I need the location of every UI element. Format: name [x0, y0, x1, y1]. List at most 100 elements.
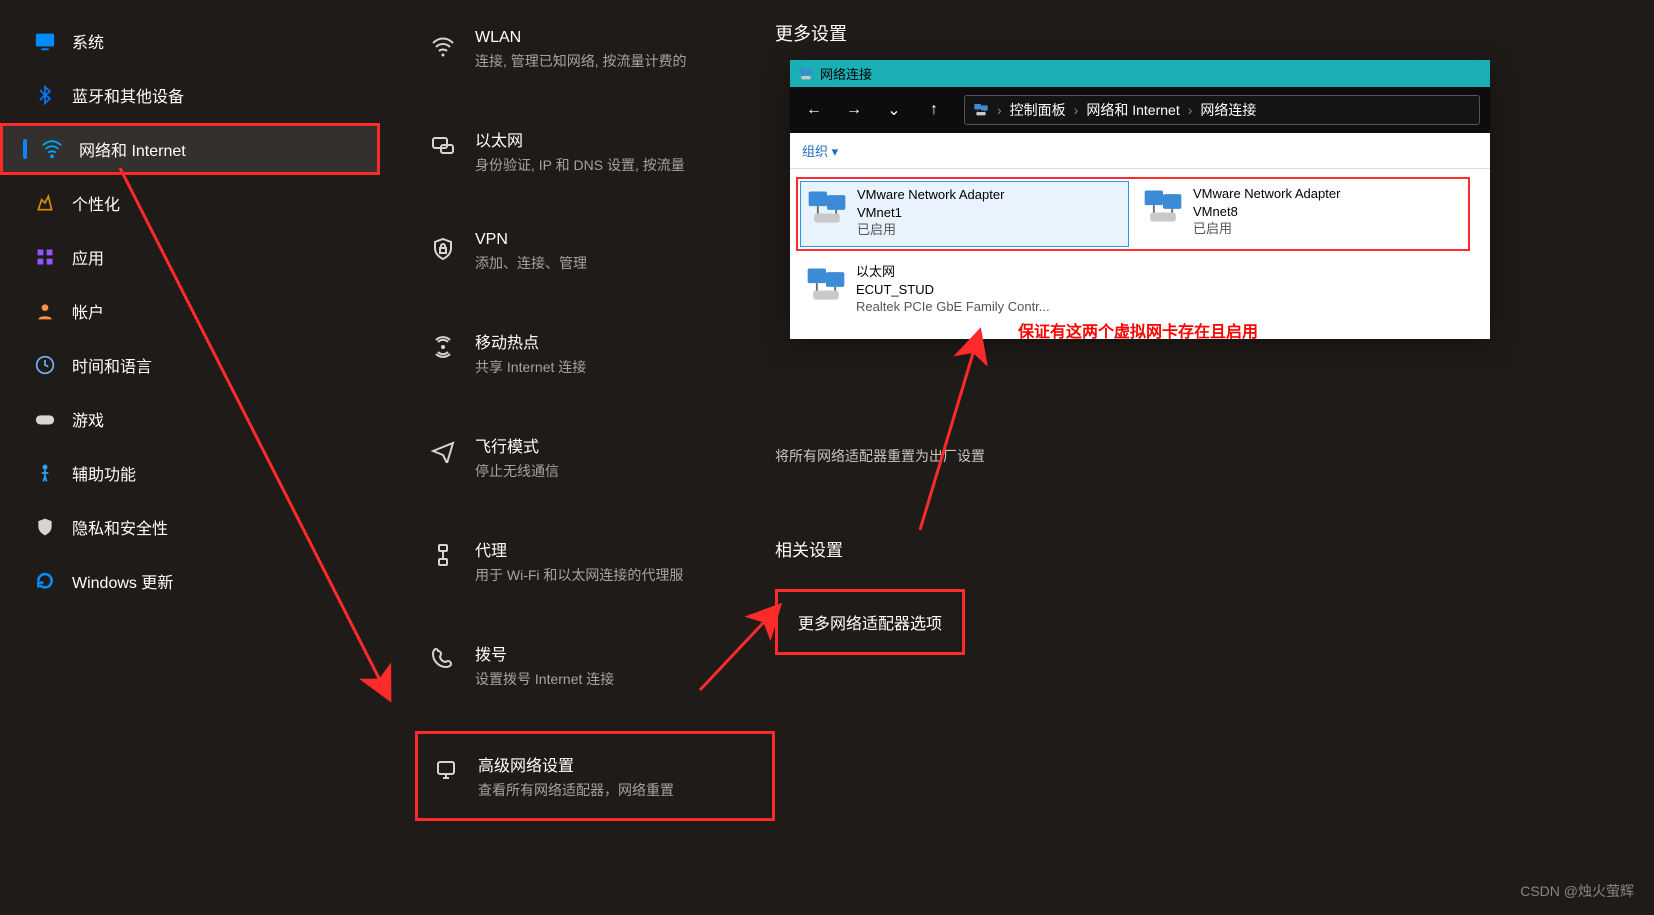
sidebar-item-label: 辅助功能 [72, 461, 136, 485]
person-icon [30, 296, 60, 326]
sidebar-item-apps[interactable]: 应用 [10, 231, 380, 283]
sidebar-item-personalize[interactable]: 个性化 [10, 177, 380, 229]
sidebar-item-label: 时间和语言 [72, 353, 152, 377]
sidebar-item-label: 网络和 Internet [79, 137, 186, 161]
setting-title: WLAN [475, 29, 687, 47]
nic-icon [1141, 185, 1185, 229]
window-title: 网络连接 [820, 64, 872, 83]
setting-sub: 查看所有网络适配器，网络重置 [478, 780, 674, 800]
sidebar-item-label: 隐私和安全性 [72, 515, 168, 539]
adapter-highlight-box: VMware Network Adapter VMnet1 已启用 VMware… [796, 177, 1470, 251]
adapter-id: ECUT_STUD [856, 281, 1050, 299]
setting-title: 代理 [475, 537, 683, 561]
back-button[interactable]: ← [800, 101, 828, 119]
crumb-network-internet[interactable]: 网络和 Internet [1086, 100, 1179, 120]
sidebar-item-privacy[interactable]: 隐私和安全性 [10, 501, 380, 553]
clock-icon [30, 350, 60, 380]
adapter-ethernet[interactable]: 以太网 ECUT_STUD Realtek PCIe GbE Family Co… [800, 259, 1130, 323]
vpn-icon [425, 231, 461, 267]
setting-sub: 添加、连接、管理 [475, 253, 587, 273]
wifi-icon [37, 134, 67, 164]
adapter-vmnet8[interactable]: VMware Network Adapter VMnet8 已启用 [1137, 181, 1466, 247]
related-settings-heading: 相关设置 [775, 536, 1475, 561]
sidebar-item-bluetooth[interactable]: 蓝牙和其他设备 [10, 69, 380, 121]
adapter-vmnet1[interactable]: VMware Network Adapter VMnet1 已启用 [800, 181, 1129, 247]
forward-button[interactable]: → [840, 101, 868, 119]
setting-sub: 共享 Internet 连接 [475, 357, 586, 377]
watermark: CSDN @烛火萤辉 [1520, 881, 1634, 901]
sidebar-item-system[interactable]: 系统 [10, 15, 380, 67]
sidebar-item-label: 应用 [72, 245, 104, 269]
setting-advanced-network[interactable]: 高级网络设置查看所有网络适配器，网络重置 [415, 731, 775, 821]
recent-button[interactable]: ⌄ [880, 100, 908, 120]
explorer-nav: ← → ⌄ ↑ › 控制面板› 网络和 Internet› 网络连接 [790, 87, 1490, 133]
setting-ethernet[interactable]: 以太网身份验证, IP 和 DNS 设置, 按流量 [415, 113, 775, 189]
setting-dialup[interactable]: 拨号设置拨号 Internet 连接 [415, 627, 775, 703]
setting-title: 移动热点 [475, 329, 586, 353]
adapter-id: VMnet1 [857, 204, 1004, 222]
explorer-toolbar: 组织 ▾ [790, 133, 1490, 169]
wifi-icon [425, 29, 461, 65]
sidebar-item-label: Windows 更新 [72, 569, 173, 593]
setting-proxy[interactable]: 代理用于 Wi-Fi 和以太网连接的代理服 [415, 523, 775, 599]
adapter-id: VMnet8 [1193, 203, 1340, 221]
annotation-text: 保证有这两个虚拟网卡存在且启用 [1018, 318, 1258, 342]
gamepad-icon [30, 404, 60, 434]
sidebar-item-update[interactable]: Windows 更新 [10, 555, 380, 607]
explorer-titlebar[interactable]: 网络连接 [790, 60, 1490, 87]
setting-hotspot[interactable]: 移动热点共享 Internet 连接 [415, 315, 775, 391]
sidebar-item-accounts[interactable]: 帐户 [10, 285, 380, 337]
up-button[interactable]: ↑ [920, 101, 948, 119]
crumb-network-connections[interactable]: 网络连接 [1200, 100, 1256, 120]
sidebar-item-label: 游戏 [72, 407, 104, 431]
monitor-icon [428, 752, 464, 788]
organize-menu[interactable]: 组织 ▾ [802, 144, 838, 159]
ethernet-icon [425, 127, 461, 163]
update-icon [30, 566, 60, 596]
adapter-status: Realtek PCIe GbE Family Contr... [856, 298, 1050, 316]
adapter-status: 已启用 [1193, 220, 1340, 238]
explorer-window: 网络连接 ← → ⌄ ↑ › 控制面板› 网络和 Internet› 网络连接 … [790, 60, 1490, 339]
sidebar-item-network[interactable]: 网络和 Internet [0, 123, 380, 175]
adapter-name: VMware Network Adapter [857, 186, 1004, 204]
setting-wlan[interactable]: WLAN连接, 管理已知网络, 按流量计费的 [415, 15, 775, 85]
setting-sub: 用于 Wi-Fi 和以太网连接的代理服 [475, 565, 683, 585]
more-settings-heading: 更多设置 [775, 20, 1475, 46]
setting-sub: 停止无线通信 [475, 461, 559, 481]
phone-icon [425, 641, 461, 677]
sidebar-item-label: 个性化 [72, 191, 120, 215]
selection-indicator [23, 139, 27, 159]
settings-list: WLAN连接, 管理已知网络, 按流量计费的 以太网身份验证, IP 和 DNS… [415, 15, 775, 849]
airplane-icon [425, 433, 461, 469]
factory-reset-text: 将所有网络适配器重置为出厂设置 [775, 446, 1475, 466]
setting-sub: 身份验证, IP 和 DNS 设置, 按流量 [475, 155, 685, 175]
more-adapter-options[interactable]: 更多网络适配器选项 [775, 589, 965, 655]
accessibility-icon [30, 458, 60, 488]
setting-title: VPN [475, 231, 587, 249]
sidebar-item-gaming[interactable]: 游戏 [10, 393, 380, 445]
network-folder-icon [798, 66, 814, 82]
adapter-status: 已启用 [857, 221, 1004, 239]
adapter-name: 以太网 [856, 263, 1050, 281]
setting-title: 高级网络设置 [478, 752, 674, 776]
sidebar-item-label: 帐户 [72, 299, 104, 323]
sidebar-item-time[interactable]: 时间和语言 [10, 339, 380, 391]
sidebar-item-accessibility[interactable]: 辅助功能 [10, 447, 380, 499]
brush-icon [30, 188, 60, 218]
setting-sub: 设置拨号 Internet 连接 [475, 669, 614, 689]
proxy-icon [425, 537, 461, 573]
sidebar: 系统 蓝牙和其他设备 网络和 Internet 个性化 应用 帐户 时间和语言 … [0, 0, 390, 609]
setting-vpn[interactable]: VPN 添加、连接、管理 [415, 217, 775, 287]
setting-title: 拨号 [475, 641, 614, 665]
shield-icon [30, 512, 60, 542]
setting-title: 飞行模式 [475, 433, 559, 457]
nic-icon [804, 263, 848, 307]
setting-airplane[interactable]: 飞行模式停止无线通信 [415, 419, 775, 495]
explorer-body: VMware Network Adapter VMnet1 已启用 VMware… [790, 169, 1490, 339]
crumb-control-panel[interactable]: 控制面板 [1010, 100, 1066, 120]
hotspot-icon [425, 329, 461, 365]
adapter-name: VMware Network Adapter [1193, 185, 1340, 203]
bluetooth-icon [30, 80, 60, 110]
breadcrumb[interactable]: › 控制面板› 网络和 Internet› 网络连接 [964, 95, 1480, 125]
apps-icon [30, 242, 60, 272]
